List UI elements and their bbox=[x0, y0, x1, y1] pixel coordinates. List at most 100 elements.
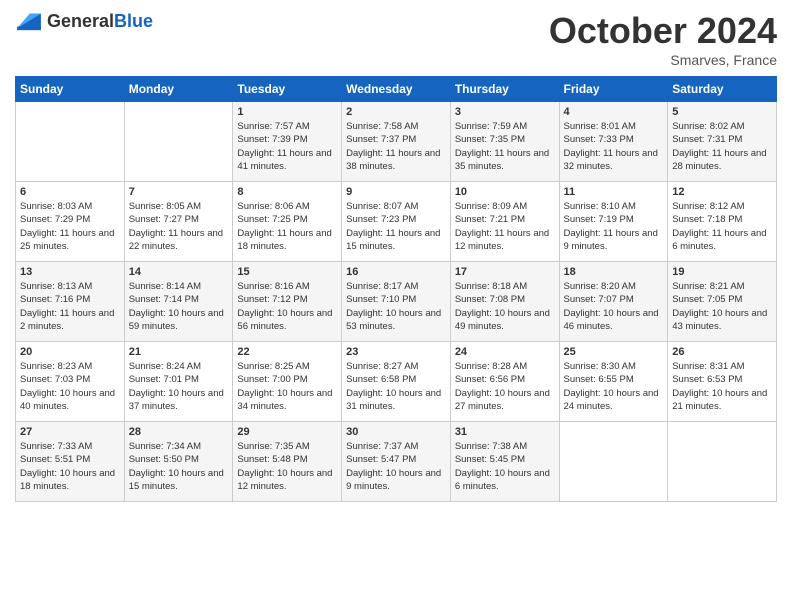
calendar-table: SundayMondayTuesdayWednesdayThursdayFrid… bbox=[15, 76, 777, 502]
day-number: 11 bbox=[564, 186, 664, 198]
day-info: Sunrise: 8:06 AM Sunset: 7:25 PM Dayligh… bbox=[237, 200, 337, 253]
day-number: 19 bbox=[672, 266, 772, 278]
day-number: 26 bbox=[672, 346, 772, 358]
day-info: Sunrise: 8:07 AM Sunset: 7:23 PM Dayligh… bbox=[346, 200, 446, 253]
day-number: 25 bbox=[564, 346, 664, 358]
calendar-header-row: SundayMondayTuesdayWednesdayThursdayFrid… bbox=[16, 77, 777, 102]
day-info: Sunrise: 8:23 AM Sunset: 7:03 PM Dayligh… bbox=[20, 360, 120, 413]
day-info: Sunrise: 7:37 AM Sunset: 5:47 PM Dayligh… bbox=[346, 440, 446, 493]
day-info: Sunrise: 8:02 AM Sunset: 7:31 PM Dayligh… bbox=[672, 120, 772, 173]
day-number: 28 bbox=[129, 426, 229, 438]
day-number: 22 bbox=[237, 346, 337, 358]
calendar-cell: 29 Sunrise: 7:35 AM Sunset: 5:48 PM Dayli… bbox=[233, 422, 342, 502]
day-info: Sunrise: 8:01 AM Sunset: 7:33 PM Dayligh… bbox=[564, 120, 664, 173]
day-info: Sunrise: 7:38 AM Sunset: 5:45 PM Dayligh… bbox=[455, 440, 555, 493]
day-number: 1 bbox=[237, 106, 337, 118]
day-header-friday: Friday bbox=[559, 77, 668, 102]
day-number: 27 bbox=[20, 426, 120, 438]
calendar-cell: 27 Sunrise: 7:33 AM Sunset: 5:51 PM Dayli… bbox=[16, 422, 125, 502]
day-info: Sunrise: 8:31 AM Sunset: 6:53 PM Dayligh… bbox=[672, 360, 772, 413]
day-info: Sunrise: 7:58 AM Sunset: 7:37 PM Dayligh… bbox=[346, 120, 446, 173]
day-number: 16 bbox=[346, 266, 446, 278]
calendar-cell: 21 Sunrise: 8:24 AM Sunset: 7:01 PM Dayli… bbox=[124, 342, 233, 422]
calendar-week-row: 20 Sunrise: 8:23 AM Sunset: 7:03 PM Dayli… bbox=[16, 342, 777, 422]
day-number: 15 bbox=[237, 266, 337, 278]
calendar-cell: 25Sunrise: 8:30 AM Sunset: 6:55 PM Dayli… bbox=[559, 342, 668, 422]
day-number: 9 bbox=[346, 186, 446, 198]
calendar-cell: 14 Sunrise: 8:14 AM Sunset: 7:14 PM Dayli… bbox=[124, 262, 233, 342]
day-info: Sunrise: 8:25 AM Sunset: 7:00 PM Dayligh… bbox=[237, 360, 337, 413]
calendar-cell: 30Sunrise: 7:37 AM Sunset: 5:47 PM Dayli… bbox=[342, 422, 451, 502]
day-number: 21 bbox=[129, 346, 229, 358]
day-number: 24 bbox=[455, 346, 555, 358]
calendar-cell: 24 Sunrise: 8:28 AM Sunset: 6:56 PM Dayli… bbox=[450, 342, 559, 422]
day-header-sunday: Sunday bbox=[16, 77, 125, 102]
location: Smarves, France bbox=[549, 52, 777, 68]
calendar-cell: 22 Sunrise: 8:25 AM Sunset: 7:00 PM Dayli… bbox=[233, 342, 342, 422]
day-number: 2 bbox=[346, 106, 446, 118]
calendar-cell: 31 Sunrise: 7:38 AM Sunset: 5:45 PM Dayli… bbox=[450, 422, 559, 502]
calendar-cell bbox=[124, 102, 233, 182]
day-header-saturday: Saturday bbox=[668, 77, 777, 102]
day-number: 3 bbox=[455, 106, 555, 118]
logo: GeneralBlue bbox=[15, 10, 153, 32]
day-info: Sunrise: 7:57 AM Sunset: 7:39 PM Dayligh… bbox=[237, 120, 337, 173]
calendar-cell: 10Sunrise: 8:09 AM Sunset: 7:21 PM Dayli… bbox=[450, 182, 559, 262]
calendar-week-row: 13 Sunrise: 8:13 AM Sunset: 7:16 PM Dayli… bbox=[16, 262, 777, 342]
calendar-week-row: 6Sunrise: 8:03 AM Sunset: 7:29 PM Daylig… bbox=[16, 182, 777, 262]
page-header: GeneralBlue October 2024 Smarves, France bbox=[15, 10, 777, 68]
calendar-cell bbox=[16, 102, 125, 182]
day-header-tuesday: Tuesday bbox=[233, 77, 342, 102]
day-info: Sunrise: 7:35 AM Sunset: 5:48 PM Dayligh… bbox=[237, 440, 337, 493]
calendar-cell: 11 Sunrise: 8:10 AM Sunset: 7:19 PM Dayli… bbox=[559, 182, 668, 262]
day-number: 29 bbox=[237, 426, 337, 438]
day-number: 12 bbox=[672, 186, 772, 198]
day-info: Sunrise: 8:28 AM Sunset: 6:56 PM Dayligh… bbox=[455, 360, 555, 413]
calendar-cell: 7Sunrise: 8:05 AM Sunset: 7:27 PM Daylig… bbox=[124, 182, 233, 262]
day-number: 18 bbox=[564, 266, 664, 278]
month-title: October 2024 bbox=[549, 10, 777, 52]
calendar-cell: 8 Sunrise: 8:06 AM Sunset: 7:25 PM Daylig… bbox=[233, 182, 342, 262]
calendar-cell: 28 Sunrise: 7:34 AM Sunset: 5:50 PM Dayli… bbox=[124, 422, 233, 502]
day-header-wednesday: Wednesday bbox=[342, 77, 451, 102]
calendar-cell: 17Sunrise: 8:18 AM Sunset: 7:08 PM Dayli… bbox=[450, 262, 559, 342]
day-number: 31 bbox=[455, 426, 555, 438]
calendar-week-row: 27 Sunrise: 7:33 AM Sunset: 5:51 PM Dayli… bbox=[16, 422, 777, 502]
calendar-cell: 5 Sunrise: 8:02 AM Sunset: 7:31 PM Daylig… bbox=[668, 102, 777, 182]
calendar-cell: 9 Sunrise: 8:07 AM Sunset: 7:23 PM Daylig… bbox=[342, 182, 451, 262]
day-info: Sunrise: 8:18 AM Sunset: 7:08 PM Dayligh… bbox=[455, 280, 555, 333]
day-number: 10 bbox=[455, 186, 555, 198]
calendar-week-row: 1 Sunrise: 7:57 AM Sunset: 7:39 PM Daylig… bbox=[16, 102, 777, 182]
day-info: Sunrise: 8:14 AM Sunset: 7:14 PM Dayligh… bbox=[129, 280, 229, 333]
day-info: Sunrise: 7:34 AM Sunset: 5:50 PM Dayligh… bbox=[129, 440, 229, 493]
title-block: October 2024 Smarves, France bbox=[549, 10, 777, 68]
calendar-cell: 3Sunrise: 7:59 AM Sunset: 7:35 PM Daylig… bbox=[450, 102, 559, 182]
day-number: 13 bbox=[20, 266, 120, 278]
day-number: 14 bbox=[129, 266, 229, 278]
day-info: Sunrise: 8:10 AM Sunset: 7:19 PM Dayligh… bbox=[564, 200, 664, 253]
calendar-cell: 13 Sunrise: 8:13 AM Sunset: 7:16 PM Dayli… bbox=[16, 262, 125, 342]
calendar-cell: 6Sunrise: 8:03 AM Sunset: 7:29 PM Daylig… bbox=[16, 182, 125, 262]
day-info: Sunrise: 8:24 AM Sunset: 7:01 PM Dayligh… bbox=[129, 360, 229, 413]
day-number: 20 bbox=[20, 346, 120, 358]
calendar-cell: 26 Sunrise: 8:31 AM Sunset: 6:53 PM Dayli… bbox=[668, 342, 777, 422]
day-number: 5 bbox=[672, 106, 772, 118]
calendar-cell bbox=[559, 422, 668, 502]
calendar-cell: 20 Sunrise: 8:23 AM Sunset: 7:03 PM Dayli… bbox=[16, 342, 125, 422]
day-info: Sunrise: 8:13 AM Sunset: 7:16 PM Dayligh… bbox=[20, 280, 120, 333]
day-info: Sunrise: 8:21 AM Sunset: 7:05 PM Dayligh… bbox=[672, 280, 772, 333]
day-info: Sunrise: 8:20 AM Sunset: 7:07 PM Dayligh… bbox=[564, 280, 664, 333]
calendar-cell: 15Sunrise: 8:16 AM Sunset: 7:12 PM Dayli… bbox=[233, 262, 342, 342]
day-info: Sunrise: 8:03 AM Sunset: 7:29 PM Dayligh… bbox=[20, 200, 120, 253]
logo-general: General bbox=[47, 11, 114, 31]
day-info: Sunrise: 8:12 AM Sunset: 7:18 PM Dayligh… bbox=[672, 200, 772, 253]
day-info: Sunrise: 8:27 AM Sunset: 6:58 PM Dayligh… bbox=[346, 360, 446, 413]
day-info: Sunrise: 7:33 AM Sunset: 5:51 PM Dayligh… bbox=[20, 440, 120, 493]
day-number: 7 bbox=[129, 186, 229, 198]
day-number: 4 bbox=[564, 106, 664, 118]
calendar-cell bbox=[668, 422, 777, 502]
calendar-cell: 12 Sunrise: 8:12 AM Sunset: 7:18 PM Dayli… bbox=[668, 182, 777, 262]
calendar-cell: 4 Sunrise: 8:01 AM Sunset: 7:33 PM Daylig… bbox=[559, 102, 668, 182]
day-number: 8 bbox=[237, 186, 337, 198]
calendar-cell: 23Sunrise: 8:27 AM Sunset: 6:58 PM Dayli… bbox=[342, 342, 451, 422]
